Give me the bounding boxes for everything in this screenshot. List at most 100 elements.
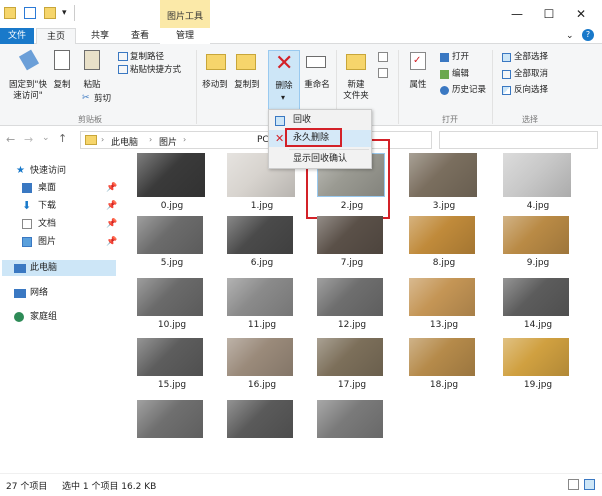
file-item[interactable]: 10.jpg [132,278,212,338]
file-item[interactable]: 11.jpg [222,278,302,338]
file-thumbnail [503,153,571,197]
move-to-button[interactable]: 移动到 [198,80,232,91]
file-thumbnail [503,216,569,254]
cut-button[interactable]: 剪切 [94,94,111,105]
nav-item-label: 桌面 [38,183,57,193]
close-button[interactable]: ✕ [558,0,602,28]
breadcrumb-pictures[interactable]: 图片 [159,135,177,148]
properties-button[interactable]: 属性 [402,80,434,91]
nav-item-downloads[interactable]: ⬇ 下载 📌 [0,198,120,214]
file-name: 9.jpg [526,258,550,268]
forward-arrow-icon[interactable]: → [24,133,33,146]
back-arrow-icon[interactable]: ← [6,133,15,146]
select-group-label: 选择 [522,115,538,124]
computer-icon [14,264,26,273]
nav-item-homegroup[interactable]: 家庭组 [0,309,120,325]
paste-shortcut-button[interactable]: 粘贴快捷方式 [130,65,181,76]
file-item[interactable]: 9.jpg [498,216,578,276]
file-item[interactable]: 17.jpg [312,338,392,398]
easy-access-icon[interactable] [378,68,388,78]
rename-button[interactable]: 重命名 [300,80,334,91]
nav-item-label: 图片 [38,237,57,247]
file-item[interactable]: 16.jpg [222,338,302,398]
nav-item-label: 家庭组 [30,312,58,322]
tab-home[interactable]: 主页 [36,28,76,44]
chevron-right-icon: › [183,135,187,144]
open-button[interactable]: 打开 [452,52,469,63]
file-item[interactable]: 5.jpg [132,216,212,276]
copy-icon [54,50,70,70]
nav-item-quick-access[interactable]: ★ 快速访问 [0,163,120,179]
file-thumbnail [137,153,205,197]
pin-icon: 📌 [106,219,118,229]
file-item[interactable]: 13.jpg [404,278,484,338]
file-thumbnail [227,400,293,438]
edit-button[interactable]: 编辑 [452,69,469,80]
copy-to-button[interactable]: 复制到 [230,80,264,91]
file-item[interactable]: 7.jpg [312,216,392,276]
details-view-icon[interactable] [568,479,579,490]
new-item-icon[interactable] [378,52,388,62]
nav-item-network[interactable]: 网络 [0,285,120,301]
nav-item-pictures[interactable]: 图片 📌 [0,234,120,250]
file-item[interactable]: 15.jpg [132,338,212,398]
file-item[interactable]: 4.jpg [498,153,578,213]
menu-item-recycle[interactable]: 回收 [269,112,371,129]
file-name: 11.jpg [247,320,277,330]
title-separator [74,5,75,21]
homegroup-icon [14,312,24,322]
file-item[interactable]: 12.jpg [312,278,392,338]
file-item[interactable] [312,400,392,460]
file-thumbnail [317,278,383,316]
search-input[interactable] [439,131,598,149]
file-item[interactable]: 18.jpg [404,338,484,398]
menu-item-label: 显示回收确认 [293,154,348,164]
file-thumbnail [409,153,477,197]
tab-manage[interactable]: 管理 [160,28,210,44]
nav-item-this-pc[interactable]: 此电脑 [2,260,116,276]
file-item[interactable] [132,400,212,460]
history-button[interactable]: 历史记录 [452,85,486,96]
nav-item-documents[interactable]: 文档 📌 [0,216,120,232]
delete-button[interactable]: ✕ 删除 ▾ [268,50,300,110]
tab-share[interactable]: 共享 [80,28,120,44]
copy-button[interactable]: 复制 [50,80,74,91]
new-folder-button[interactable]: 新建 文件夹 [338,80,374,102]
tab-file[interactable]: 文件 [0,28,34,44]
tab-view[interactable]: 查看 [120,28,160,44]
nav-item-label: 文档 [38,219,57,229]
breadcrumb-this-pc[interactable]: 此电脑 [111,135,138,148]
status-bar: 27 个项目 选中 1 个项目 16.2 KB [0,473,602,496]
file-item[interactable]: 3.jpg [404,153,484,213]
paste-button[interactable]: 粘贴 [80,80,104,91]
large-icons-view-icon[interactable] [584,479,595,490]
file-item[interactable]: 14.jpg [498,278,578,338]
nav-item-desktop[interactable]: 桌面 📌 [0,180,120,196]
properties-check-icon[interactable] [24,7,36,19]
help-icon[interactable]: ? [582,29,594,41]
file-thumbnail [227,338,293,376]
new-folder-icon[interactable] [44,7,56,19]
invert-selection-button[interactable]: 反向选择 [514,85,548,96]
up-arrow-icon[interactable]: ↑ [58,132,67,145]
select-all-button[interactable]: 全部选择 [514,52,548,63]
file-name: 7.jpg [340,258,364,268]
properties-icon: ✓ [410,52,426,70]
quick-access-dropdown-icon[interactable]: ▾ [62,8,67,18]
menu-item-show-recycle-confirmation[interactable]: 显示回收确认 [269,151,371,168]
delete-dropdown-icon: ▾ [281,93,286,102]
file-item[interactable]: 8.jpg [404,216,484,276]
file-item[interactable]: 6.jpg [222,216,302,276]
pin-quick-access-button[interactable]: 固定到"快 速访问" [2,80,54,102]
recent-dropdown-icon[interactable]: ⌄ [42,133,50,143]
file-name: 5.jpg [160,258,184,268]
copy-path-button[interactable]: 复制路径 [130,52,164,63]
file-item[interactable]: 0.jpg [132,153,212,213]
select-none-button[interactable]: 全部取消 [514,69,548,80]
file-item[interactable]: 19.jpg [498,338,578,398]
ribbon-collapse-icon[interactable]: ⌄ [566,31,574,41]
breadcrumb-pc[interactable]: PC [257,135,269,145]
nav-item-label: 网络 [30,288,49,298]
file-item[interactable] [222,400,302,460]
download-icon: ⬇ [22,199,32,212]
